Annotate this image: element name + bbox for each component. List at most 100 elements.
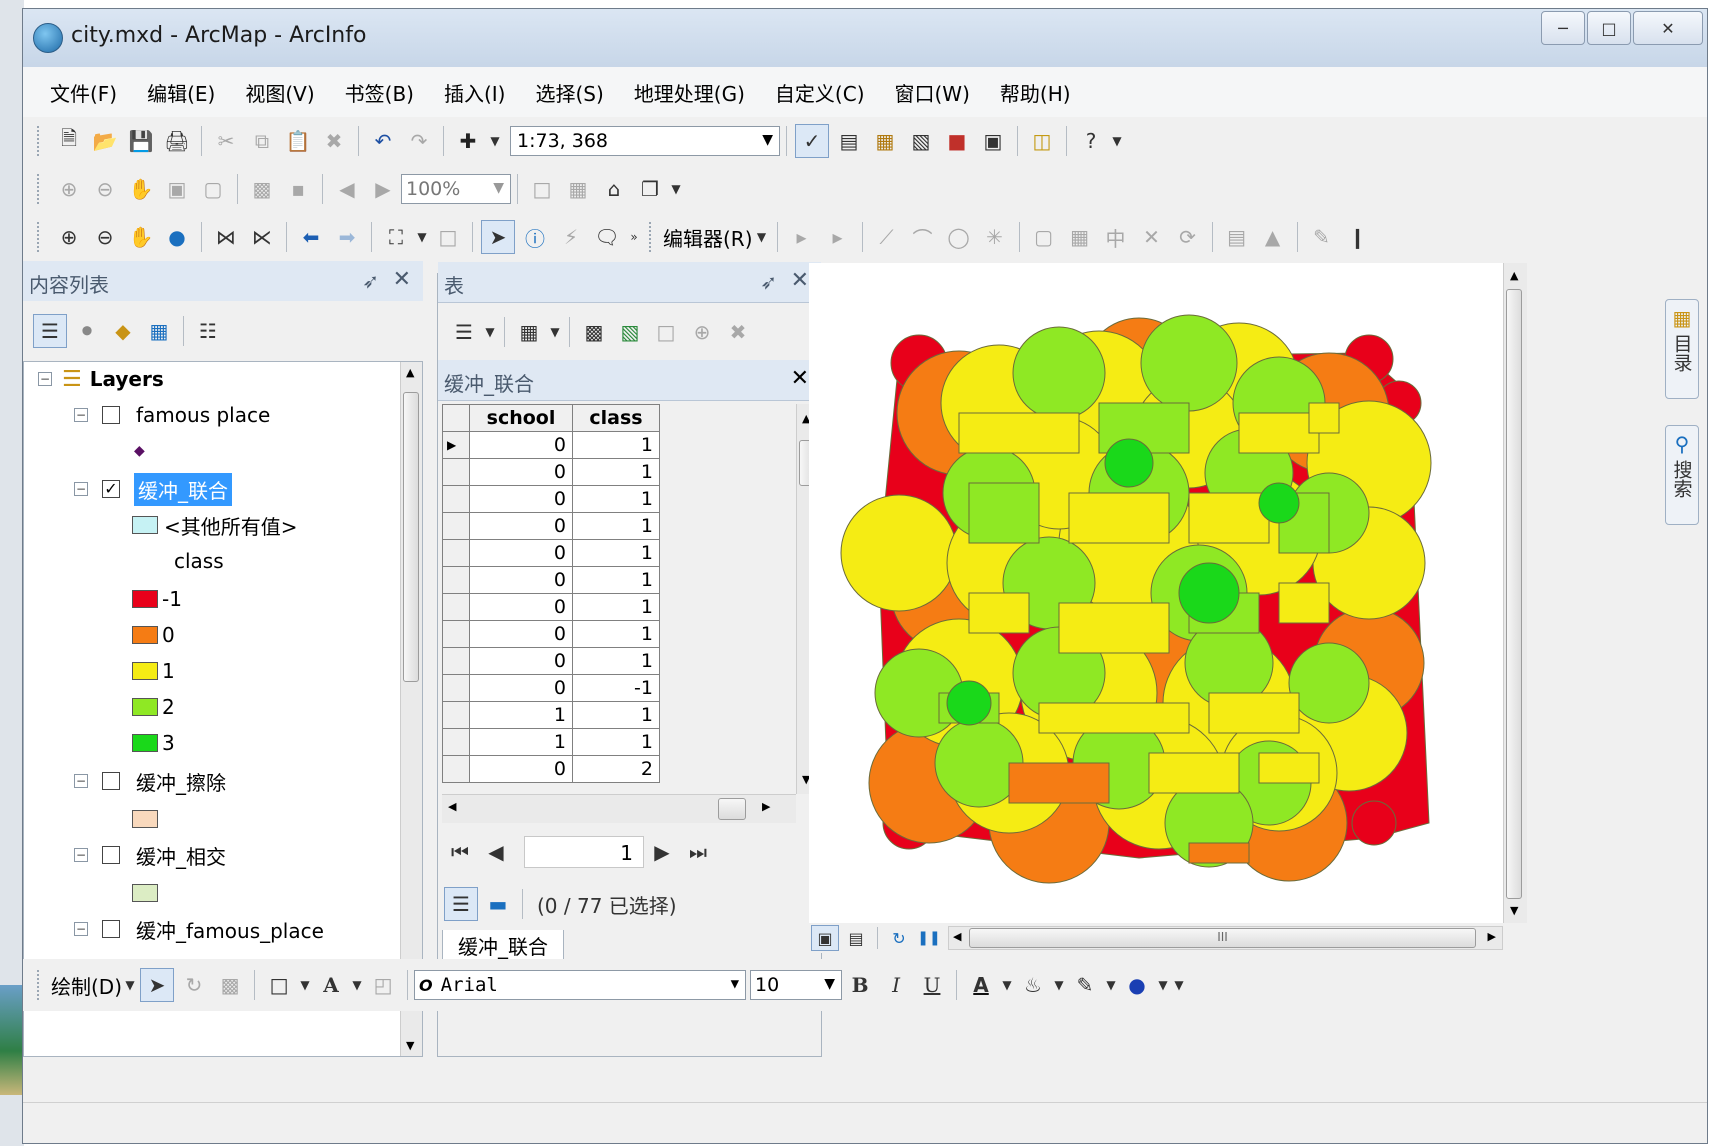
map-horizontal-scrollbar[interactable]: ◀ III ▶	[948, 926, 1503, 950]
table-cell[interactable]: 0	[469, 485, 573, 513]
zoom-out-icon[interactable]: ⊖	[89, 221, 121, 253]
fixed-zoom-in-icon[interactable]: ⋈	[210, 221, 242, 253]
text-tool-icon[interactable]: A	[315, 969, 347, 1001]
layer-visibility-checkbox[interactable]: ✓	[102, 480, 120, 498]
map-polygon-class-1[interactable]	[1008, 762, 1110, 804]
scroll-down-icon[interactable]: ▼	[1510, 904, 1518, 917]
search-window-icon[interactable]: ▧	[905, 125, 937, 157]
paste-icon[interactable]: 📋	[282, 125, 314, 157]
editor-extra-icon[interactable]: ❙	[1342, 221, 1374, 253]
layer-row-erase[interactable]: − 缓冲_擦除	[74, 764, 226, 798]
point-icon[interactable]: ✳	[979, 221, 1011, 253]
map-polygon-class-3[interactable]	[1258, 482, 1300, 524]
map-polygon-class-minus1[interactable]	[1351, 800, 1397, 846]
arctoolbox-icon[interactable]: ■	[941, 125, 973, 157]
draw-dropdown-icon[interactable]: ▼	[124, 969, 136, 1001]
collapse-icon[interactable]: −	[74, 482, 88, 496]
table-cell[interactable]: 1	[572, 593, 660, 621]
map-scale-combo[interactable]: 1:73, 368 ▼	[510, 126, 780, 156]
column-header[interactable]: school	[469, 404, 573, 432]
menu-help[interactable]: 帮助(H)	[985, 78, 1086, 107]
marker-color-icon[interactable]: ●	[1121, 969, 1153, 1001]
map-polygon-class-2[interactable]	[1188, 492, 1270, 544]
collapse-icon[interactable]: −	[74, 774, 88, 788]
rectangle-dropdown-icon[interactable]: ▼	[299, 969, 311, 1001]
font-color-button[interactable]: A	[965, 969, 997, 1001]
editor-toolbar-icon[interactable]: ✓	[795, 124, 829, 158]
scroll-right-icon[interactable]: ▶	[1488, 930, 1496, 943]
catalog-side-tab[interactable]: ▦ 目录	[1665, 299, 1699, 399]
map-polygon-class-3[interactable]	[946, 680, 992, 726]
end-point-arc-icon[interactable]: ⌒	[907, 221, 939, 253]
table-cell[interactable]: 1	[572, 485, 660, 513]
bold-button[interactable]: B	[844, 969, 876, 1001]
scroll-up-icon[interactable]: ▲	[1510, 269, 1518, 282]
toolbar-grip[interactable]	[37, 970, 43, 1000]
table-cell[interactable]: 0	[469, 647, 573, 675]
toolbar-grip[interactable]	[37, 126, 43, 156]
pin-icon[interactable]: ➶	[362, 269, 379, 293]
close-icon[interactable]: ✕	[791, 366, 809, 391]
layer-visibility-checkbox[interactable]	[102, 772, 120, 790]
show-all-records-icon[interactable]: ☰	[444, 887, 478, 921]
table-row[interactable]: 01	[442, 458, 660, 486]
table-cell[interactable]: 1	[469, 728, 573, 756]
close-icon[interactable]: ✕	[393, 267, 411, 292]
delete-selected-icon[interactable]: ✖	[722, 316, 754, 348]
toolbar-grip[interactable]	[37, 222, 43, 252]
table-cell[interactable]: 2	[572, 755, 660, 783]
clear-selection-icon[interactable]: □	[650, 316, 682, 348]
map-vertical-scrollbar[interactable]: ▲ ▼	[1503, 263, 1527, 923]
table-cell[interactable]: 0	[469, 566, 573, 594]
table-row[interactable]: 01	[442, 593, 660, 621]
fill-color-dropdown-icon[interactable]: ▼	[1053, 969, 1065, 1001]
show-selected-records-icon[interactable]: ▬	[482, 888, 514, 920]
fixed-zoom-out-icon[interactable]: ⋉	[246, 221, 278, 253]
table-cell[interactable]: 1	[469, 701, 573, 729]
current-record-field[interactable]: 1	[524, 836, 644, 868]
row-selector[interactable]	[442, 755, 470, 783]
switch-selection-icon[interactable]: ▧	[614, 316, 646, 348]
table-cell[interactable]: 0	[469, 674, 573, 702]
table-cell[interactable]: 0	[469, 620, 573, 648]
layer-row-famous-buffer[interactable]: − 缓冲_famous_place	[74, 912, 324, 946]
table-cell[interactable]: -1	[572, 674, 660, 702]
table-row[interactable]: 01	[442, 566, 660, 594]
layer-visibility-checkbox[interactable]	[102, 920, 120, 938]
row-selector[interactable]	[442, 620, 470, 648]
table-row[interactable]: 01	[442, 539, 660, 567]
map-polygon-class-2[interactable]	[1148, 752, 1240, 794]
split-tool-icon[interactable]: ✕	[1136, 221, 1168, 253]
map-polygon-class-3[interactable]	[1104, 438, 1154, 488]
search-side-tab[interactable]: ⚲ 搜索	[1665, 425, 1699, 525]
table-cell[interactable]: 1	[572, 431, 660, 459]
table-cell[interactable]: 1	[572, 647, 660, 675]
first-record-icon[interactable]: ⏮	[444, 836, 476, 868]
minimize-button[interactable]: ─	[1541, 11, 1585, 45]
toolbar-grip[interactable]	[649, 222, 655, 252]
row-selector[interactable]	[442, 512, 470, 540]
html-popup-icon[interactable]: 🗨	[591, 221, 623, 253]
back-extent-layout-icon[interactable]: ◀	[331, 173, 363, 205]
map-polygon-class-2[interactable]	[1208, 692, 1300, 734]
maximize-button[interactable]: □	[1587, 11, 1631, 45]
copy-icon[interactable]: ⧉	[246, 125, 278, 157]
zoom-100-percent-icon[interactable]: ▢	[197, 173, 229, 205]
save-icon[interactable]: 💾	[125, 125, 157, 157]
table-row[interactable]: 01	[442, 620, 660, 648]
table-cell[interactable]: 1	[572, 458, 660, 486]
menu-windows[interactable]: 窗口(W)	[880, 78, 985, 107]
layer-row-famous-place[interactable]: − famous place	[74, 398, 270, 432]
editor-menu-button[interactable]: 编辑器(R)	[663, 223, 753, 252]
edit-vertices-tool-icon[interactable]: ◰	[367, 969, 399, 1001]
table-options-dropdown-icon[interactable]: ▼	[484, 316, 496, 348]
row-selector[interactable]	[442, 539, 470, 567]
legend-class-row[interactable]: -1	[132, 582, 182, 616]
menu-view[interactable]: 视图(V)	[230, 78, 329, 107]
menu-geoprocessing[interactable]: 地理处理(G)	[619, 78, 760, 107]
open-folder-icon[interactable]: 📂	[89, 125, 121, 157]
next-record-icon[interactable]: ▶	[646, 836, 678, 868]
map-polygon-class-1[interactable]	[840, 494, 958, 612]
toolbar-options-icon[interactable]: ▼	[1111, 125, 1123, 157]
table-cell[interactable]: 1	[572, 539, 660, 567]
